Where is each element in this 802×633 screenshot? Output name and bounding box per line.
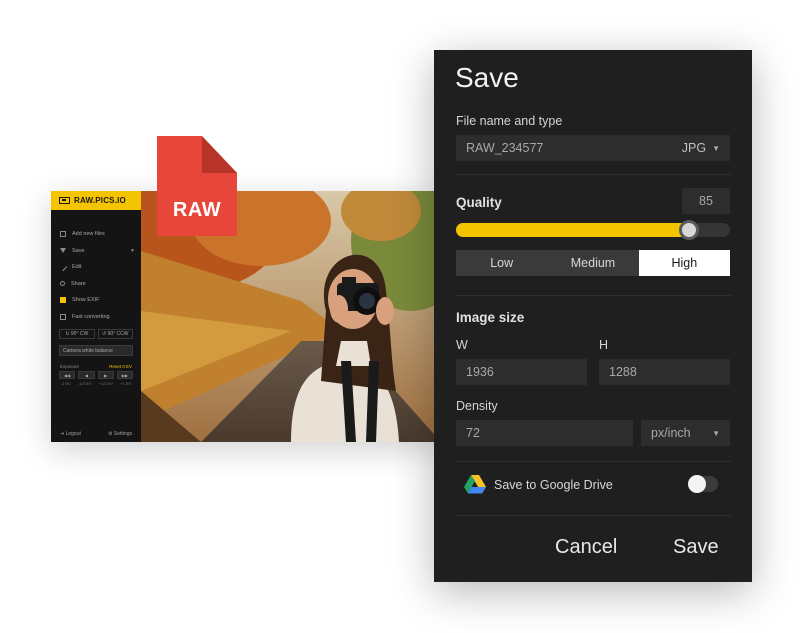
quality-low-button[interactable]: Low [456,250,547,276]
menu-item-show-exif[interactable]: Show EXIF [51,292,141,309]
image-size-label: Image size [456,310,525,325]
exposure-plus-third-button[interactable]: ▶ [97,371,114,379]
brand-name: RAW.PICS.IO [74,196,126,205]
rotate-cw-button[interactable]: ↻ 90° CW [59,329,95,339]
height-label: H [599,338,609,352]
dialog-title: Save [455,62,519,93]
width-label: W [456,338,468,352]
quality-slider[interactable] [456,220,730,240]
app-sidebar: RAW.PICS.IO Add new files Save ▼ Edit Sha… [51,191,141,442]
file-corner-fold [202,136,237,173]
quality-slider-fill [456,223,689,237]
menu-item-label: Share [71,280,86,287]
download-icon [60,248,66,254]
logout-label: Logout [65,431,81,437]
app-window: RAW.PICS.IO Add new files Save ▼ Edit Sha… [51,191,441,442]
exposure-minus-third-button[interactable]: ◀ [78,371,95,379]
file-type-value: JPG [681,141,707,155]
quality-high-button[interactable]: High [638,250,730,276]
raw-badge-label: RAW [172,199,222,221]
density-unit-value: px/inch [651,426,691,440]
menu-item-share[interactable]: Share [51,276,141,293]
exposure-step-label: -1/3 EV [77,381,92,386]
google-drive-label: Save to Google Drive [494,478,613,492]
menu-item-label: Fast converting [72,313,110,320]
height-input[interactable]: 1288 [599,359,730,385]
width-input[interactable]: 1936 [456,359,587,385]
divider [455,461,731,462]
settings-label: Settings [113,431,132,437]
file-name-type-label: File name and type [456,114,563,128]
exposure-step-label: +1/3 EV [98,381,113,386]
plus-icon [60,231,66,238]
toggle-knob [688,475,706,493]
menu-item-fast-converting[interactable]: Fast converting [51,309,141,326]
file-type-select[interactable]: JPG ▼ [682,141,720,155]
menu-item-save[interactable]: Save ▼ [51,243,141,260]
menu-item-label: Add new files [72,231,105,238]
camera-logo-icon [59,197,70,204]
settings-link[interactable]: ⚙ Settings [108,431,132,437]
chevron-down-icon: ▼ [130,247,135,254]
quality-slider-thumb[interactable] [679,220,699,240]
quality-preset-group: Low Medium High [456,250,730,276]
exposure-step-label: +1 EV [120,381,132,386]
quality-value-input[interactable]: 85 [682,188,730,214]
menu-item-label: Save [72,247,85,254]
menu-item-label: Show EXIF [72,297,100,304]
menu-item-edit[interactable]: Edit [51,259,141,276]
raw-file-badge: RAW [157,136,237,236]
exposure-step-label: -1 EV [60,381,71,386]
sidebar-footer: ⇥ Logout ⚙ Settings [51,431,141,437]
checkbox-checked-icon[interactable] [60,297,66,304]
file-name-input[interactable]: RAW_234577 JPG ▼ [456,135,730,161]
exposure-label: Exposure [60,364,80,369]
quality-label: Quality [456,195,502,210]
google-drive-icon [464,475,486,494]
menu-item-add-files[interactable]: Add new files [51,226,141,243]
exposure-reset-link[interactable]: Reset 0 EV [109,364,132,369]
rotate-controls: ↻ 90° CW ↺ 90° CCW [51,325,141,339]
save-button[interactable]: Save [673,536,719,559]
google-drive-toggle[interactable] [688,475,718,493]
divider [455,515,731,516]
brand-bar: RAW.PICS.IO [51,191,141,210]
rotate-ccw-button[interactable]: ↺ 90° CCW [97,329,133,339]
quality-medium-button[interactable]: Medium [547,250,638,276]
divider [455,174,731,175]
share-icon [60,281,65,287]
exposure-minus-1-button[interactable]: ◀◀ [59,371,76,379]
exposure-header: Exposure Reset 0 EV [51,356,141,369]
exposure-step-labels: -1 EV -1/3 EV +1/3 EV +1 EV [51,379,141,386]
density-label: Density [456,399,498,413]
menu-item-label: Edit [72,264,82,271]
exposure-plus-1-button[interactable]: ▶▶ [116,371,133,379]
chevron-down-icon: ▼ [712,428,720,438]
logout-link[interactable]: ⇥ Logout [60,431,81,437]
density-input[interactable]: 72 [456,420,633,446]
cancel-button[interactable]: Cancel [555,536,617,559]
divider [455,295,731,296]
save-dialog: Save File name and type RAW_234577 JPG ▼… [434,50,752,582]
exposure-buttons: ◀◀ ◀ ▶ ▶▶ [51,369,141,379]
white-balance-select[interactable]: Camera white balance [59,345,133,356]
file-name-value: RAW_234577 [466,141,544,155]
chevron-down-icon: ▼ [712,143,720,153]
sidebar-menu: Add new files Save ▼ Edit Share Show EXIF… [51,226,141,325]
pencil-icon [58,263,68,272]
density-unit-select[interactable]: px/inch ▼ [641,420,730,446]
checkbox-empty-icon[interactable] [60,313,66,320]
